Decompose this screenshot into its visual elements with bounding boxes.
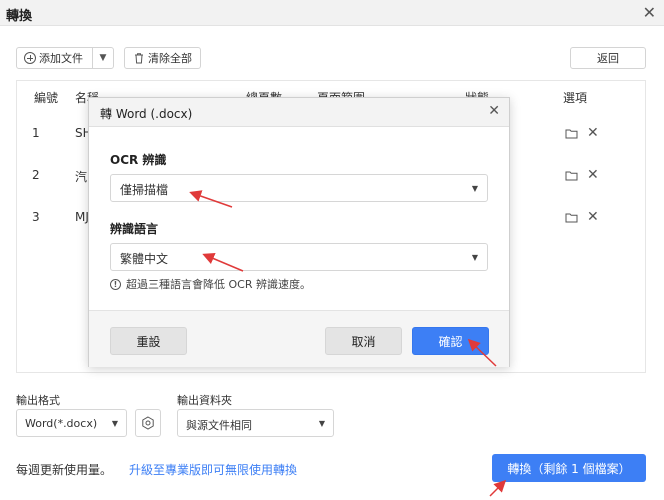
folder-icon[interactable] xyxy=(565,170,578,181)
ocr-select-value: 僅掃描檔 xyxy=(120,183,169,197)
trash-icon xyxy=(135,53,143,64)
chevron-down-icon: ▼ xyxy=(471,184,478,193)
output-format-select[interactable]: Word(*.docx) ▼ xyxy=(16,409,127,437)
gear-icon xyxy=(142,416,154,430)
language-label: 辨識語言 xyxy=(110,222,159,236)
row-name: 汽 xyxy=(75,170,88,184)
dialog-footer: 重設 取消 確認 xyxy=(89,310,509,367)
info-icon: ! xyxy=(110,278,121,290)
row-options: ✕ xyxy=(565,210,599,224)
add-file-label: 添加文件 xyxy=(39,52,83,65)
cancel-button[interactable]: 取消 xyxy=(325,327,402,355)
annotation-arrow-convert xyxy=(489,479,507,497)
chevron-down-icon: ▼ xyxy=(471,253,478,262)
reset-label: 重設 xyxy=(136,334,161,349)
header-options: 選項 xyxy=(563,91,588,105)
row-number: 2 xyxy=(32,168,40,182)
window-title: 轉換 xyxy=(6,9,33,24)
language-note: ! 超過三種語言會降低 OCR 辨識速度。 xyxy=(110,276,311,292)
folder-icon[interactable] xyxy=(565,128,578,139)
back-label: 返回 xyxy=(597,52,619,65)
convert-button[interactable]: 轉換（剩餘 1 個檔案） xyxy=(492,454,646,482)
output-format-value: Word(*.docx) xyxy=(25,417,98,430)
back-button[interactable]: 返回 xyxy=(570,47,646,69)
dialog-title: 轉 Word (.docx) xyxy=(100,107,193,121)
plus-circle-icon xyxy=(24,52,36,64)
row-number: 3 xyxy=(32,210,40,224)
row-name: MJ xyxy=(75,210,89,224)
language-note-text: 超過三種語言會降低 OCR 辨識速度。 xyxy=(126,278,311,291)
ocr-select[interactable]: 僅掃描檔 ▼ xyxy=(110,174,488,202)
row-options: ✕ xyxy=(565,126,599,140)
folder-icon[interactable] xyxy=(565,212,578,223)
confirm-button[interactable]: 確認 xyxy=(412,327,489,355)
window-close-icon[interactable]: ✕ xyxy=(643,3,656,22)
output-format-label: 輸出格式 xyxy=(16,394,60,407)
window-titlebar: 轉換 ✕ xyxy=(0,0,664,26)
reset-button[interactable]: 重設 xyxy=(110,327,187,355)
add-file-button-group: 添加文件 ▼ xyxy=(16,47,114,69)
output-folder-select[interactable]: 與源文件相同 ▼ xyxy=(177,409,334,437)
usage-info-text: 每週更新使用量。 xyxy=(16,463,113,477)
dialog-close-icon[interactable]: ✕ xyxy=(488,103,500,119)
add-file-button[interactable]: 添加文件 xyxy=(17,48,93,68)
remove-icon[interactable]: ✕ xyxy=(587,210,599,224)
remove-icon[interactable]: ✕ xyxy=(587,126,599,140)
remove-icon[interactable]: ✕ xyxy=(587,168,599,182)
row-number: 1 xyxy=(32,126,40,140)
clear-all-button[interactable]: 清除全部 xyxy=(124,47,201,69)
language-select[interactable]: 繁體中文 ▼ xyxy=(110,243,488,271)
ocr-label: OCR 辨識 xyxy=(110,153,167,167)
clear-all-label: 清除全部 xyxy=(148,52,192,65)
output-folder-value: 與源文件相同 xyxy=(186,419,252,432)
confirm-label: 確認 xyxy=(438,334,463,349)
chevron-down-icon: ▼ xyxy=(111,419,118,428)
format-settings-button[interactable] xyxy=(135,409,161,437)
language-select-value: 繁體中文 xyxy=(120,252,169,266)
dialog-header: 轉 Word (.docx) ✕ xyxy=(89,98,509,127)
add-file-dropdown-caret-icon[interactable]: ▼ xyxy=(93,53,113,63)
upgrade-link[interactable]: 升級至專業版即可無限使用轉換 xyxy=(129,461,297,478)
chevron-down-icon: ▼ xyxy=(318,419,325,428)
convert-label: 轉換（剩餘 1 個檔案） xyxy=(507,461,631,476)
convert-word-dialog: 轉 Word (.docx) ✕ OCR 辨識 僅掃描檔 ▼ 辨識語言 繁體中文… xyxy=(88,97,510,367)
row-options: ✕ xyxy=(565,168,599,182)
cancel-label: 取消 xyxy=(351,334,376,349)
header-number: 編號 xyxy=(34,91,59,105)
output-folder-label: 輸出資料夾 xyxy=(177,394,232,407)
